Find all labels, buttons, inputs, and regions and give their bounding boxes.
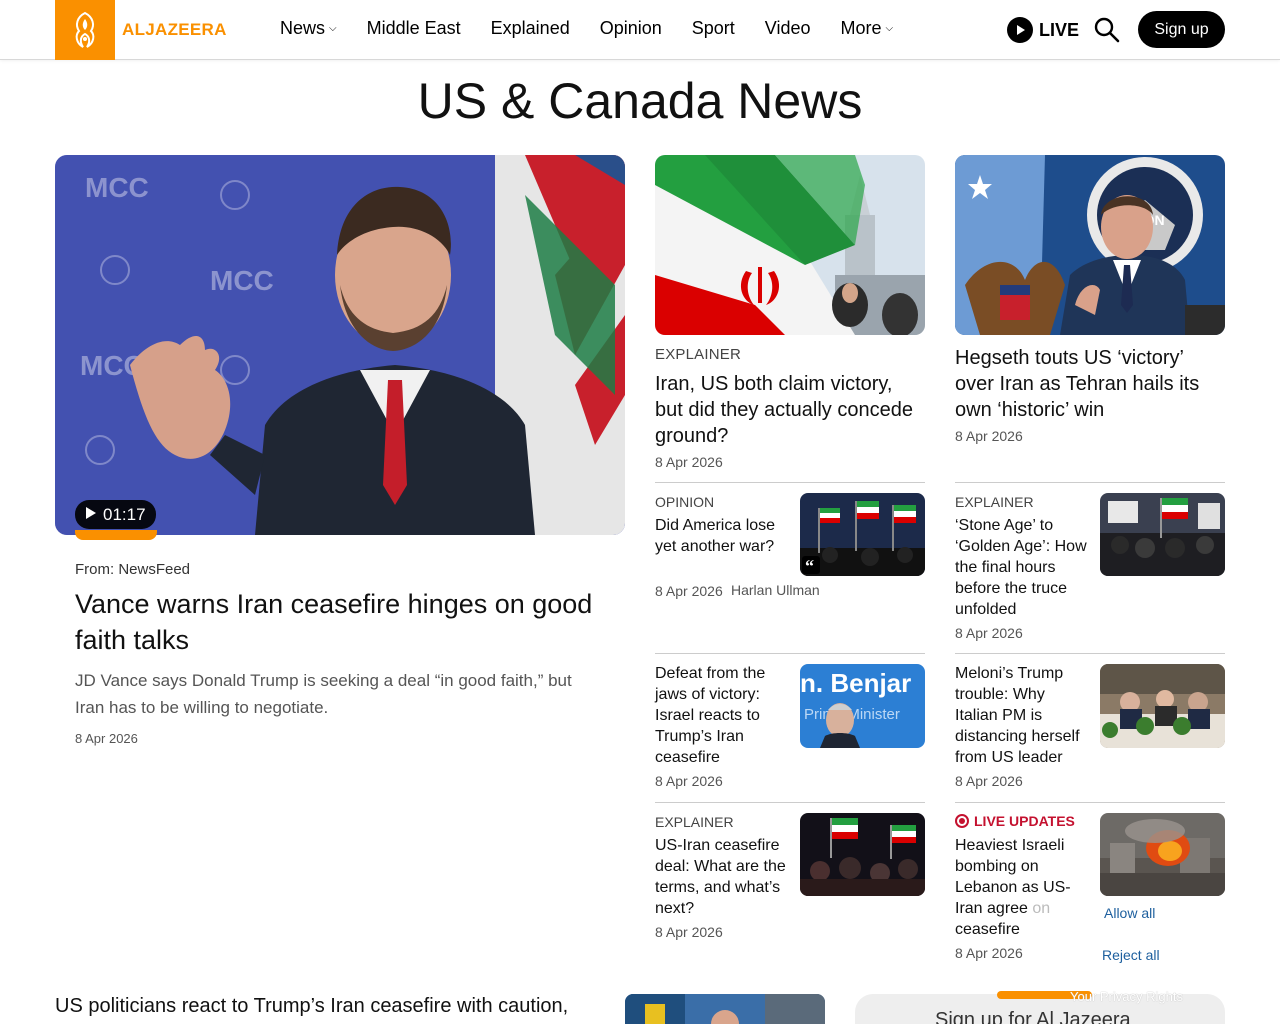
chevron-down-icon: ⌵: [329, 23, 337, 34]
aljazeera-logo-icon[interactable]: [55, 0, 115, 60]
story-thumbnail[interactable]: [1100, 813, 1225, 896]
story-kicker: EXPLAINER: [655, 346, 741, 363]
main-nav: News ⌵ Middle East Explained Opinion Spor…: [280, 18, 893, 39]
nav-item-more[interactable]: More ⌵: [841, 18, 894, 39]
nav-label: Sport: [691, 18, 735, 38]
divider: [955, 653, 1225, 654]
divider: [655, 802, 925, 803]
story-kicker: EXPLAINER: [955, 494, 1034, 510]
nav-item-opinion[interactable]: Opinion: [600, 18, 662, 39]
lead-headline-link[interactable]: Vance warns Iran ceasefire hinges on goo…: [75, 586, 595, 658]
story-headline-link[interactable]: Defeat from the jaws of victory: Israel …: [655, 663, 790, 768]
story-headline-link[interactable]: Did America lose yet another war?: [655, 515, 790, 557]
story-date: 8 Apr 2026: [955, 773, 1023, 789]
sign-up-button[interactable]: Sign up: [1138, 11, 1225, 48]
video-duration-badge[interactable]: 01:17: [75, 500, 156, 529]
story-kicker: OPINION: [655, 494, 715, 510]
svg-text:“: “: [805, 556, 814, 576]
reject-all-cookies-button[interactable]: Reject all: [1102, 947, 1160, 963]
nav-item-video[interactable]: Video: [765, 18, 811, 39]
headline-text: Heaviest Israeli bombing on Lebanon as U…: [955, 837, 1071, 917]
nav-label: Middle East: [366, 18, 461, 38]
play-icon: [85, 505, 97, 525]
thumbnail-caption: n. Benjar: [800, 668, 911, 698]
logo-wordmark[interactable]: ALJAZEERA: [122, 20, 227, 40]
story-thumbnail[interactable]: “: [800, 493, 925, 576]
lead-date: 8 Apr 2026: [75, 731, 138, 746]
allow-all-cookies-button[interactable]: Allow all: [1104, 905, 1155, 921]
hegseth-story-image[interactable]: NTAGON: [955, 155, 1225, 335]
live-button[interactable]: LIVE: [1007, 17, 1079, 43]
story-thumbnail[interactable]: [1100, 493, 1225, 576]
play-icon: [1007, 17, 1033, 43]
story-headline-link[interactable]: Heaviest Israeli bombing on Lebanon as U…: [955, 835, 1080, 940]
story-thumbnail[interactable]: [1100, 664, 1225, 748]
story-date: 8 Apr 2026: [955, 945, 1023, 961]
story-date: 8 Apr 2026: [655, 583, 723, 599]
page-title: US & Canada News: [417, 73, 863, 129]
story-thumbnail[interactable]: n. Benjar Prime Minister: [800, 664, 925, 748]
lead-summary: JD Vance says Donald Trump is seeking a …: [75, 671, 572, 717]
story-headline-link[interactable]: Meloni’s Trump trouble: Why Italian PM i…: [955, 663, 1090, 768]
newsletter-title: Sign up for Al Jazeera: [935, 1009, 1131, 1024]
story-headline-link[interactable]: US politicians react to Trump’s Iran cea…: [55, 995, 568, 1018]
nav-label: News: [280, 18, 326, 38]
headline-text: ceasefire: [955, 921, 1020, 938]
story-headline-link[interactable]: Hegseth touts US ‘victory’ over Iran as …: [955, 345, 1225, 423]
video-duration: 01:17: [103, 504, 146, 524]
story-thumbnail[interactable]: [800, 813, 925, 896]
search-icon[interactable]: [1093, 16, 1121, 44]
story-date: 8 Apr 2026: [955, 428, 1023, 444]
story-date: 8 Apr 2026: [655, 454, 723, 470]
lead-story-image[interactable]: MCC MCC MCC: [55, 155, 625, 535]
story-headline-link[interactable]: Iran, US both claim victory, but did the…: [655, 371, 925, 449]
live-updates-text: LIVE UPDATES: [974, 813, 1075, 829]
nav-label: Video: [764, 18, 811, 38]
story-thumbnail[interactable]: [625, 994, 825, 1024]
nav-item-sport[interactable]: Sport: [692, 18, 735, 39]
live-updates-label: LIVE UPDATES: [955, 813, 1075, 829]
nav-label: Explained: [490, 18, 570, 38]
nav-label: More: [840, 18, 882, 38]
story-kicker: EXPLAINER: [655, 814, 734, 830]
story-date: 8 Apr 2026: [655, 924, 723, 940]
svg-text:MCC: MCC: [85, 172, 149, 203]
lead-source: From: NewsFeed: [75, 561, 191, 578]
chevron-down-icon: ⌵: [885, 23, 894, 34]
headline-text-faded: on: [1032, 900, 1051, 917]
story-date: 8 Apr 2026: [955, 625, 1023, 641]
live-label: LIVE: [1039, 19, 1080, 40]
site-header: ALJAZEERA News ⌵ Middle East Explained Op…: [0, 0, 1280, 60]
video-progress-bar: [75, 530, 157, 540]
divider: [655, 482, 925, 483]
story-date: 8 Apr 2026: [655, 773, 723, 789]
live-indicator-icon: [955, 814, 969, 828]
nav-item-explained[interactable]: Explained: [491, 18, 570, 39]
divider: [955, 482, 1225, 483]
iran-flag-story-image[interactable]: [655, 155, 925, 335]
story-headline-link[interactable]: US-Iran ceasefire deal: What are the ter…: [655, 835, 790, 919]
nav-item-news[interactable]: News ⌵: [280, 18, 337, 39]
svg-text:MCC: MCC: [210, 265, 274, 296]
divider: [655, 653, 925, 654]
divider: [955, 802, 1225, 803]
story-headline-link[interactable]: ‘Stone Age’ to ‘Golden Age’: How the fin…: [955, 515, 1090, 620]
privacy-rights-link[interactable]: Your Privacy Rights: [1070, 989, 1183, 1004]
nav-label: Opinion: [599, 18, 662, 38]
nav-item-middle-east[interactable]: Middle East: [367, 18, 461, 39]
story-author[interactable]: Harlan Ullman: [731, 582, 820, 598]
